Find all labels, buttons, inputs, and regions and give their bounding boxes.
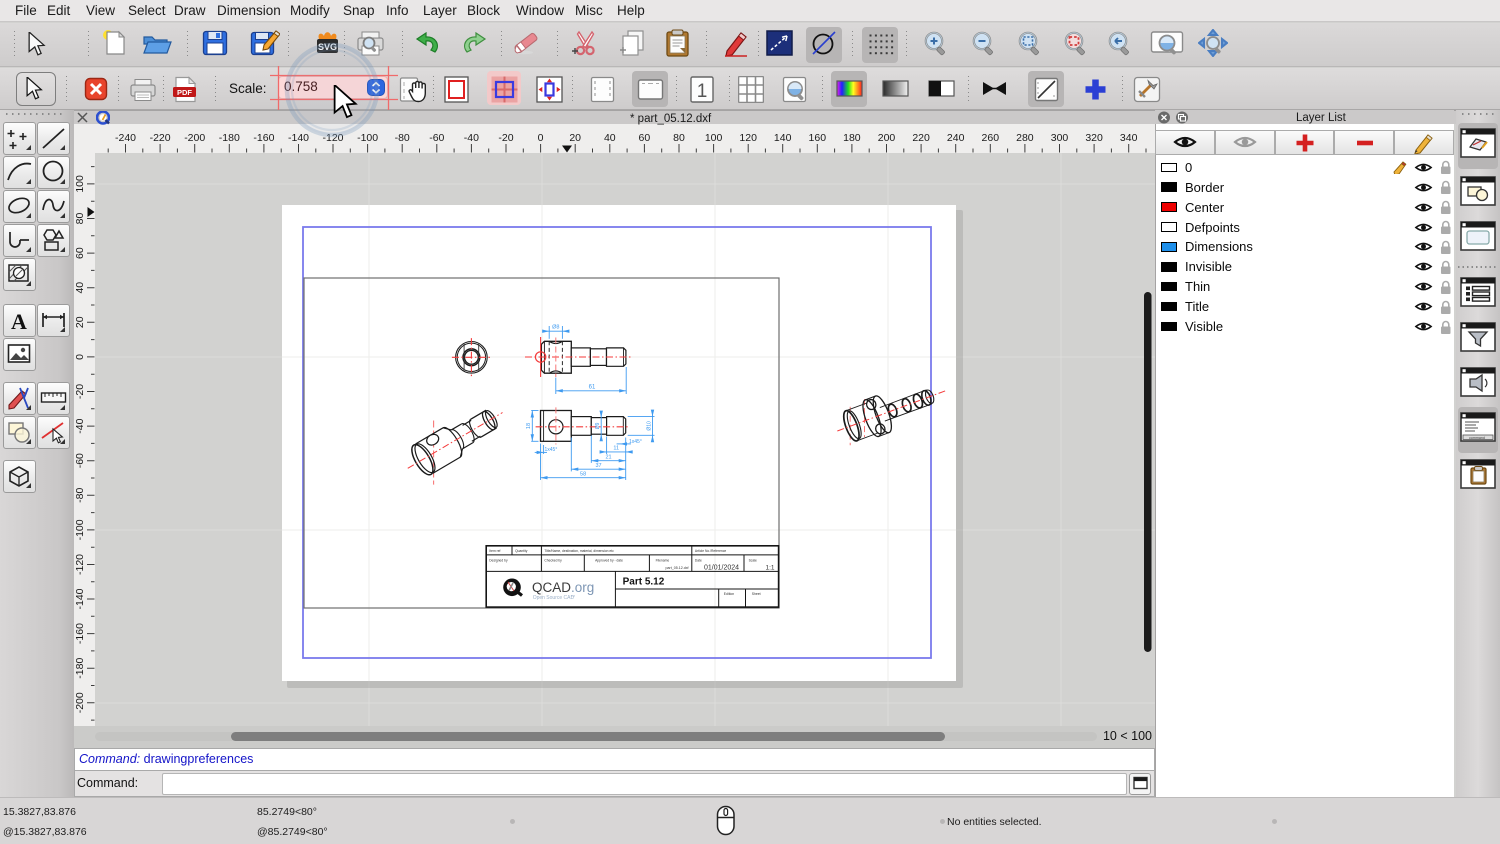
svg-text:Article No./Reference: Article No./Reference [695,549,726,553]
svg-text:-160: -160 [74,623,86,644]
svg-text:-140: -140 [74,588,86,609]
svg-text:1: 1 [697,81,708,102]
svg-text:01/01/2024: 01/01/2024 [704,565,739,572]
svg-text:-20: -20 [498,132,513,144]
svg-text:-220: -220 [150,132,171,144]
svg-text:100: 100 [705,132,723,144]
svg-text:100: 100 [74,175,86,193]
svg-text:Part 5.12: Part 5.12 [623,577,665,588]
svg-text:QCAD.org: QCAD.org [532,580,594,595]
svg-text:-60: -60 [429,132,444,144]
svg-text:160: 160 [809,132,827,144]
svg-text:58: 58 [580,472,586,478]
svg-text:-20: -20 [74,384,86,399]
svg-text:20: 20 [74,316,86,328]
svg-text:180: 180 [843,132,861,144]
svg-text:Open Source CAD: Open Source CAD [533,595,575,601]
svg-text:part_05.12.dxf: part_05.12.dxf [666,566,689,570]
svg-text:300: 300 [1051,132,1069,144]
svg-text:Sheet: Sheet [752,592,761,596]
svg-text:-240: -240 [115,132,136,144]
svg-text:-200: -200 [184,132,205,144]
svg-text:Ø8: Ø8 [552,325,559,331]
svg-text:40: 40 [74,282,86,294]
svg-text:61: 61 [589,385,596,391]
svg-text:80: 80 [673,132,685,144]
svg-text:Designed by: Designed by [489,559,508,563]
svg-text:60: 60 [74,247,86,259]
svg-text:140: 140 [774,132,792,144]
svg-text:-200: -200 [74,692,86,713]
svg-text:PDF: PDF [177,88,192,97]
svg-text:-180: -180 [219,132,240,144]
svg-text:-180: -180 [74,658,86,679]
svg-text:Approved by - date: Approved by - date [595,559,623,563]
svg-text:37: 37 [595,463,601,469]
svg-text:Title/Name, destination, mater: Title/Name, destination, material, dimen… [544,549,614,553]
svg-text:320: 320 [1085,132,1103,144]
svg-text:-80: -80 [74,488,86,503]
svg-text:1x45°: 1x45° [545,447,558,453]
svg-text:Filename: Filename [656,559,670,563]
svg-text:-40: -40 [74,418,86,433]
svg-text:40: 40 [604,132,616,144]
svg-text:260: 260 [982,132,1000,144]
svg-text:-60: -60 [74,453,86,468]
svg-text:21: 21 [605,455,611,461]
svg-text:80: 80 [74,213,86,225]
svg-text:220: 220 [912,132,930,144]
svg-text:18: 18 [526,423,532,429]
svg-text:Ø9: Ø9 [595,422,601,429]
svg-text:-40: -40 [464,132,479,144]
svg-text:0: 0 [538,132,544,144]
svg-text:Ø10: Ø10 [646,421,652,431]
svg-text:-120: -120 [74,554,86,575]
svg-text:0: 0 [74,354,86,360]
svg-text:60: 60 [639,132,651,144]
svg-text:340: 340 [1120,132,1138,144]
svg-text:TM: TM [571,594,575,598]
svg-text:20: 20 [569,132,581,144]
svg-text:240: 240 [947,132,965,144]
svg-text:command: command [1469,436,1485,440]
svg-text:Quantity: Quantity [515,549,528,553]
svg-text:A: A [11,309,27,334]
svg-text:Scale: Scale [749,559,757,563]
svg-text:Checked by: Checked by [544,559,562,563]
svg-text:120: 120 [739,132,757,144]
svg-text:11: 11 [613,446,619,452]
svg-text:Date: Date [695,559,702,563]
svg-text:-100: -100 [74,519,86,540]
svg-text:280: 280 [1016,132,1034,144]
svg-text:Edition: Edition [724,592,734,596]
svg-text:1:1: 1:1 [765,564,774,571]
svg-text:Item ref: Item ref [489,549,500,553]
svg-text:200: 200 [878,132,896,144]
